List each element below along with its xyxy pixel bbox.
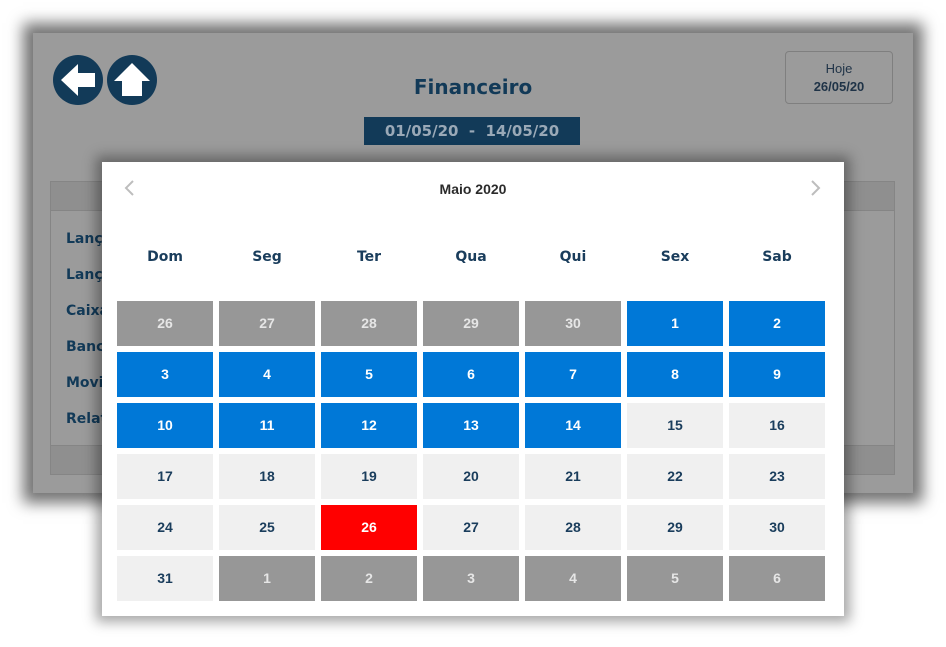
weekday-header: Sab bbox=[762, 249, 792, 265]
menu-item[interactable]: Banc bbox=[66, 339, 104, 355]
calendar-day[interactable]: 26 bbox=[117, 301, 213, 346]
calendar-day[interactable]: 1 bbox=[219, 556, 315, 601]
calendar-day[interactable]: 28 bbox=[321, 301, 417, 346]
today-date: 26/05/20 bbox=[813, 79, 865, 94]
date-picker-popup: Maio 2020 Dom Seg Ter Qua Qui Sex Sab 26… bbox=[102, 162, 844, 616]
next-month-button[interactable] bbox=[803, 176, 827, 200]
weekday-header: Qui bbox=[559, 249, 587, 265]
calendar-day[interactable]: 29 bbox=[423, 301, 519, 346]
calendar-day[interactable]: 3 bbox=[117, 352, 213, 397]
calendar-day[interactable]: 29 bbox=[627, 505, 723, 550]
today-button[interactable]: Hoje 26/05/20 bbox=[785, 51, 893, 104]
menu-item[interactable]: Movi bbox=[66, 375, 103, 391]
calendar-day[interactable]: 20 bbox=[423, 454, 519, 499]
calendar-day[interactable]: 2 bbox=[729, 301, 825, 346]
weekday-header: Dom bbox=[147, 249, 183, 265]
calendar-day-today[interactable]: 26 bbox=[321, 505, 417, 550]
calendar-day[interactable]: 6 bbox=[423, 352, 519, 397]
menu-item[interactable]: Lanç bbox=[66, 267, 103, 283]
calendar-day[interactable]: 2 bbox=[321, 556, 417, 601]
calendar-day[interactable]: 22 bbox=[627, 454, 723, 499]
menu-item[interactable]: Lanç bbox=[66, 231, 103, 247]
calendar-day[interactable]: 11 bbox=[219, 403, 315, 448]
calendar-day[interactable]: 15 bbox=[627, 403, 723, 448]
calendar-day[interactable]: 10 bbox=[117, 403, 213, 448]
calendar-day[interactable]: 12 bbox=[321, 403, 417, 448]
calendar-day[interactable]: 30 bbox=[729, 505, 825, 550]
calendar-day[interactable]: 9 bbox=[729, 352, 825, 397]
calendar-day[interactable]: 13 bbox=[423, 403, 519, 448]
calendar-day[interactable]: 5 bbox=[321, 352, 417, 397]
calendar-month-title: Maio 2020 bbox=[439, 181, 507, 197]
calendar-day[interactable]: 24 bbox=[117, 505, 213, 550]
calendar-day[interactable]: 7 bbox=[525, 352, 621, 397]
calendar-day[interactable]: 27 bbox=[219, 301, 315, 346]
chevron-right-icon bbox=[811, 180, 821, 196]
weekday-header: Qua bbox=[455, 249, 487, 265]
weekday-header: Ter bbox=[356, 249, 382, 265]
date-range-selector[interactable]: 01/05/20 - 14/05/20 bbox=[364, 117, 580, 145]
calendar-day[interactable]: 4 bbox=[525, 556, 621, 601]
calendar-day[interactable]: 16 bbox=[729, 403, 825, 448]
calendar-day[interactable]: 31 bbox=[117, 556, 213, 601]
calendar-day[interactable]: 21 bbox=[525, 454, 621, 499]
calendar-day[interactable]: 27 bbox=[423, 505, 519, 550]
calendar-day[interactable]: 25 bbox=[219, 505, 315, 550]
calendar-day[interactable]: 5 bbox=[627, 556, 723, 601]
calendar-day[interactable]: 30 bbox=[525, 301, 621, 346]
calendar-day[interactable]: 3 bbox=[423, 556, 519, 601]
calendar-day[interactable]: 4 bbox=[219, 352, 315, 397]
weekday-header: Sex bbox=[660, 249, 690, 265]
calendar-day[interactable]: 19 bbox=[321, 454, 417, 499]
calendar-day[interactable]: 28 bbox=[525, 505, 621, 550]
page-title: Financeiro bbox=[413, 75, 533, 99]
calendar-day[interactable]: 17 bbox=[117, 454, 213, 499]
calendar-day[interactable]: 8 bbox=[627, 352, 723, 397]
calendar-day[interactable]: 6 bbox=[729, 556, 825, 601]
today-label: Hoje bbox=[825, 61, 853, 76]
calendar-day[interactable]: 1 bbox=[627, 301, 723, 346]
calendar-day[interactable]: 14 bbox=[525, 403, 621, 448]
weekday-header: Seg bbox=[252, 249, 282, 265]
calendar-day[interactable]: 18 bbox=[219, 454, 315, 499]
calendar-day[interactable]: 23 bbox=[729, 454, 825, 499]
